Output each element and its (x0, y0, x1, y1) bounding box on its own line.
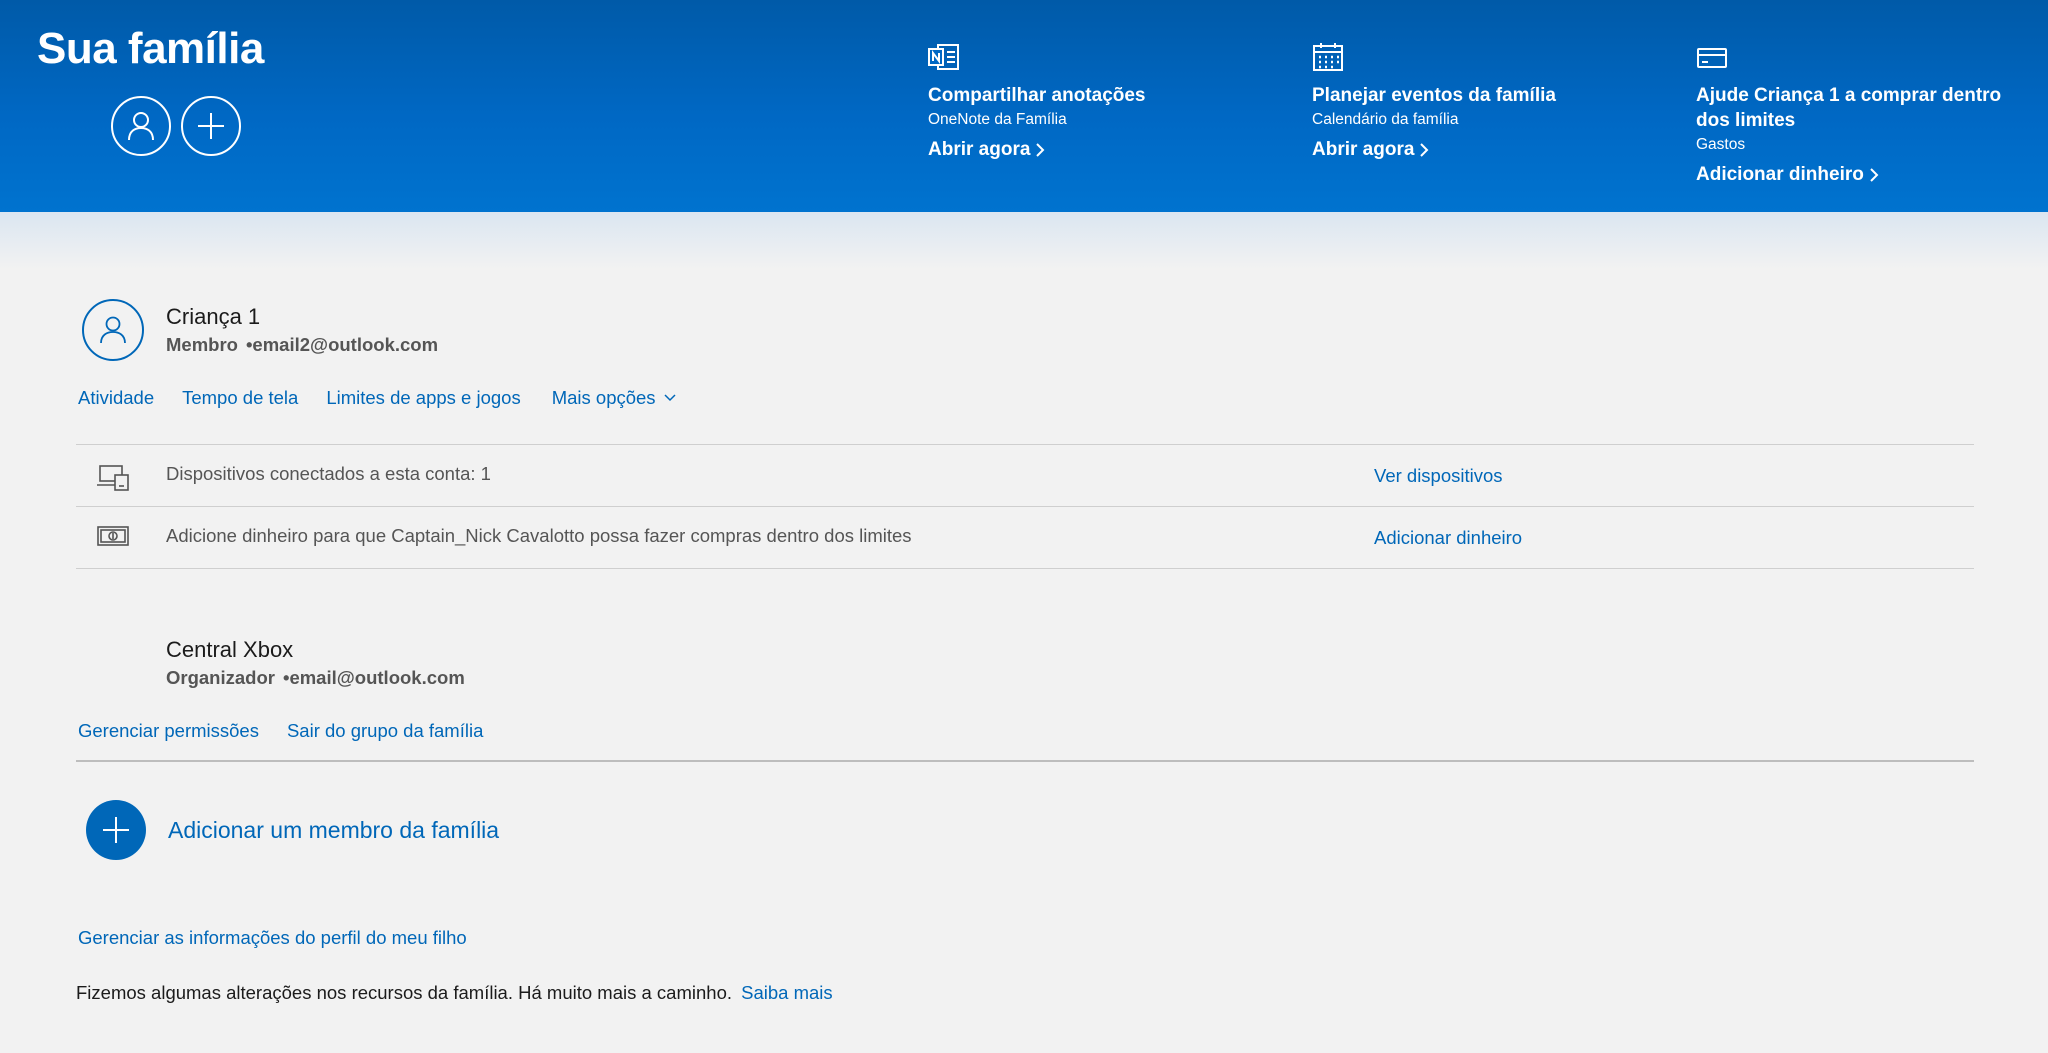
organizer-name: Central Xbox (166, 637, 294, 662)
view-devices-link[interactable]: Ver dispositivos (1374, 465, 1503, 487)
promo-link-label: Abrir agora (1312, 139, 1415, 160)
header-banner: Sua família Compartilhar anotações OneNo… (0, 0, 2048, 212)
open-onenote-link[interactable]: Abrir agora (928, 139, 1045, 161)
plus-icon (198, 113, 224, 139)
child-name: Criança 1 (166, 304, 261, 329)
promo-title: Compartilhar anotações (928, 85, 1146, 106)
money-icon (97, 526, 129, 546)
add-member-label: Adicionar um membro da família (168, 816, 500, 843)
child-meta: Membro •email2@outlook.com (166, 334, 438, 356)
card-icon (1697, 48, 1727, 68)
chevron-right-icon (1036, 143, 1045, 157)
open-calendar-link[interactable]: Abrir agora (1312, 139, 1429, 161)
person-icon (128, 112, 154, 141)
plus-icon (103, 817, 129, 843)
add-circle (86, 800, 146, 860)
promo-title: Ajude Criança 1 a comprar dentro dos lim… (1696, 85, 2002, 131)
tab-app-limits[interactable]: Limites de apps e jogos (326, 387, 520, 409)
manage-permissions-link[interactable]: Gerenciar permissões (78, 720, 259, 742)
child-email: •email2@outlook.com (245, 334, 439, 355)
more-options-label: Mais opções (551, 387, 656, 408)
organizer-email: •email@outlook.com (282, 667, 465, 688)
manage-child-profile-link[interactable]: Gerenciar as informações do perfil do me… (78, 927, 467, 949)
promo-subtitle: OneNote da Família (928, 111, 1067, 128)
promo-title: Planejar eventos da família (1312, 85, 1556, 106)
devices-icon (97, 465, 129, 491)
divider (76, 568, 1974, 569)
footer-note: Fizemos algumas alterações nos recursos … (76, 982, 833, 1004)
child-avatar (82, 299, 144, 361)
chevron-down-icon (664, 394, 676, 402)
tab-more-options[interactable]: Mais opções (552, 387, 676, 409)
child-role: Membro (166, 334, 238, 355)
add-header-button[interactable] (181, 96, 241, 156)
onenote-icon (928, 44, 959, 70)
add-family-member-button[interactable]: Adicionar um membro da família (86, 800, 499, 860)
promo-subtitle: Calendário da família (1312, 111, 1459, 128)
calendar-icon (1313, 43, 1343, 71)
divider (76, 760, 1974, 762)
child-tabs: Atividade Tempo de tela Limites de apps … (78, 387, 676, 409)
learn-more-link[interactable]: Saiba mais (741, 982, 833, 1003)
promo-onenote: Compartilhar anotações OneNote da Famíli… (928, 42, 1258, 161)
chevron-right-icon (1870, 168, 1879, 182)
banner-fade (0, 212, 2048, 270)
divider (76, 506, 1974, 507)
promo-subtitle: Gastos (1696, 136, 1746, 153)
person-icon (100, 316, 126, 344)
add-money-link[interactable]: Adicionar dinheiro (1374, 527, 1522, 549)
promo-calendar: Planejar eventos da família Calendário d… (1312, 42, 1642, 161)
chevron-right-icon (1420, 143, 1429, 157)
organizer-links: Gerenciar permissões Sair do grupo da fa… (78, 720, 483, 742)
promo-spending: Ajude Criança 1 a comprar dentro dos lim… (1696, 42, 2016, 186)
add-money-text: Adicione dinheiro para que Captain_Nick … (166, 525, 912, 546)
profile-button[interactable] (111, 96, 171, 156)
devices-text: Dispositivos conectados a esta conta: 1 (166, 463, 491, 484)
tab-activity[interactable]: Atividade (78, 387, 154, 409)
add-money-header-link[interactable]: Adicionar dinheiro (1696, 164, 1879, 186)
organizer-meta: Organizador •email@outlook.com (166, 667, 465, 689)
divider (76, 444, 1974, 445)
leave-family-link[interactable]: Sair do grupo da família (287, 720, 483, 742)
promo-link-label: Adicionar dinheiro (1696, 164, 1864, 185)
tab-screen-time[interactable]: Tempo de tela (182, 387, 298, 409)
organizer-role: Organizador (166, 667, 275, 688)
footer-text: Fizemos algumas alterações nos recursos … (76, 982, 732, 1003)
page-title: Sua família (37, 24, 264, 73)
promo-link-label: Abrir agora (928, 139, 1031, 160)
